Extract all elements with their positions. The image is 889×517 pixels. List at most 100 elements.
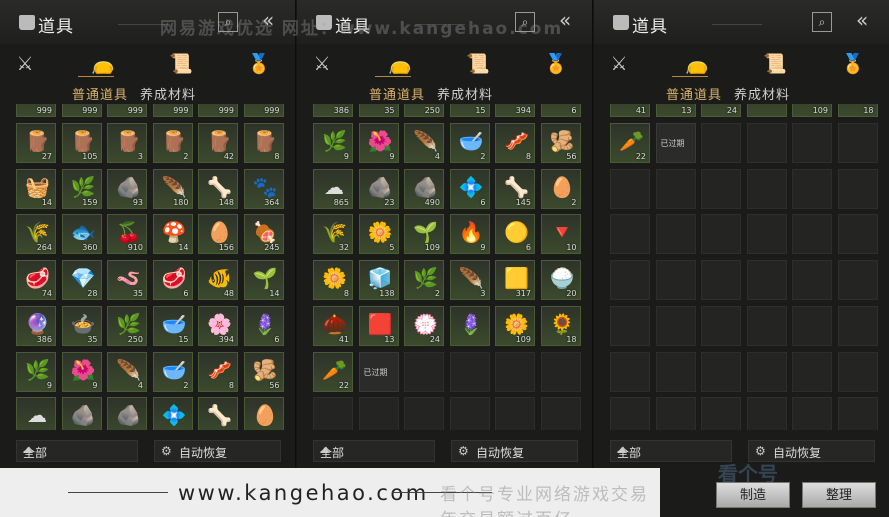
collapse-icon[interactable]: « bbox=[262, 8, 274, 32]
search-icon[interactable]: ⌕ bbox=[218, 12, 238, 32]
item-slot[interactable]: 🍚 20 bbox=[540, 260, 581, 301]
item-slot-partial[interactable]: 394 bbox=[495, 104, 535, 118]
item-slot[interactable]: 🥣 2 bbox=[152, 351, 193, 392]
item-slot[interactable]: 🥕 22 bbox=[610, 123, 650, 163]
item-slot[interactable]: 🪻 bbox=[449, 305, 490, 346]
item-slot[interactable]: 🥣 2 bbox=[449, 123, 490, 163]
item-slot[interactable]: 🍒 910 bbox=[107, 214, 147, 255]
item-slot[interactable]: 🥚 bbox=[243, 397, 284, 430]
item-slot[interactable]: 🔥 9 bbox=[449, 214, 490, 255]
item-slot[interactable]: 🌾 264 bbox=[16, 214, 56, 255]
tab-pouch-icon[interactable]: 👝 bbox=[684, 52, 710, 76]
item-slot[interactable]: 🥓 8 bbox=[198, 351, 238, 392]
sub-tab-1[interactable]: 养成材料 bbox=[734, 84, 790, 103]
item-slot-partial[interactable]: 999 bbox=[107, 104, 147, 118]
filter-dropdown[interactable]: 全部 bbox=[16, 440, 138, 462]
item-slot[interactable]: 🌿 2 bbox=[404, 260, 444, 301]
item-slot[interactable]: 🪶 3 bbox=[449, 260, 490, 301]
item-slot[interactable]: 🥩 74 bbox=[16, 260, 56, 301]
tab-medal-icon[interactable]: 🏅 bbox=[840, 52, 866, 76]
item-slot-partial[interactable]: 386 bbox=[313, 104, 353, 118]
item-slot[interactable]: 🪵 27 bbox=[16, 123, 56, 163]
item-slot[interactable]: 🟡 6 bbox=[495, 214, 535, 255]
item-slot-partial[interactable]: 999 bbox=[61, 104, 102, 118]
item-slot[interactable]: 🧊 138 bbox=[358, 260, 399, 301]
item-slot[interactable]: 🧺 14 bbox=[16, 168, 56, 209]
item-slot[interactable]: 🟨 317 bbox=[495, 260, 535, 301]
item-slot-partial[interactable]: 13 bbox=[655, 104, 696, 118]
item-slot[interactable]: 🪨 bbox=[107, 397, 147, 430]
item-slot[interactable]: 🌸 394 bbox=[198, 305, 238, 346]
item-slot[interactable]: 🌻 18 bbox=[540, 305, 581, 346]
item-slot[interactable]: 🐾 364 bbox=[243, 168, 284, 209]
item-slot[interactable]: 🦴 148 bbox=[198, 168, 238, 209]
item-slot[interactable]: 🍖 245 bbox=[243, 214, 284, 255]
item-slot-partial[interactable]: 24 bbox=[701, 104, 741, 118]
craft-button[interactable]: 制造 bbox=[716, 482, 790, 508]
tab-crossed-swords-icon[interactable]: ⚔ bbox=[309, 52, 335, 76]
item-slot[interactable]: 🪶 180 bbox=[152, 168, 193, 209]
item-slot-partial[interactable]: 6 bbox=[540, 104, 581, 118]
tab-crossed-swords-icon[interactable]: ⚔ bbox=[606, 52, 632, 76]
item-slot[interactable]: 🪱 35 bbox=[107, 260, 147, 301]
item-slot[interactable]: 🦴 bbox=[198, 397, 238, 430]
item-slot[interactable]: 🪨 bbox=[61, 397, 102, 430]
item-slot[interactable]: 🌺 9 bbox=[61, 351, 102, 392]
item-slot[interactable]: 🌼 8 bbox=[313, 260, 353, 301]
tab-medal-icon[interactable]: 🏅 bbox=[246, 52, 272, 76]
item-slot[interactable]: 🪵 2 bbox=[152, 123, 193, 163]
sort-button[interactable]: 整理 bbox=[802, 482, 876, 508]
item-slot[interactable]: 🪨 23 bbox=[358, 168, 399, 209]
item-slot[interactable]: 🌼 5 bbox=[358, 214, 399, 255]
item-slot[interactable]: 🍄 14 bbox=[152, 214, 193, 255]
item-slot[interactable]: 🥓 8 bbox=[495, 123, 535, 163]
item-slot[interactable]: 🪨 93 bbox=[107, 168, 147, 209]
sub-tab-1[interactable]: 养成材料 bbox=[140, 84, 196, 103]
item-slot-partial[interactable]: 999 bbox=[16, 104, 56, 118]
collapse-icon[interactable]: « bbox=[559, 8, 571, 32]
item-slot-partial[interactable]: 250 bbox=[404, 104, 444, 118]
sub-tab-0[interactable]: 普通道具 bbox=[369, 84, 425, 103]
item-slot-partial[interactable]: 35 bbox=[358, 104, 399, 118]
item-slot[interactable]: 🦴 145 bbox=[495, 168, 535, 209]
item-slot[interactable]: 🟥 13 bbox=[358, 305, 399, 346]
sub-tab-1[interactable]: 养成材料 bbox=[437, 84, 493, 103]
item-slot[interactable]: 🌱 109 bbox=[404, 214, 444, 255]
item-slot[interactable]: 💎 28 bbox=[61, 260, 102, 301]
filter-dropdown[interactable]: 全部 bbox=[313, 440, 435, 462]
item-slot[interactable]: 🥚 2 bbox=[540, 168, 581, 209]
item-slot[interactable]: 🥣 15 bbox=[152, 305, 193, 346]
item-slot-partial[interactable]: 999 bbox=[152, 104, 193, 118]
item-slot[interactable]: 🪻 6 bbox=[243, 305, 284, 346]
filter-dropdown[interactable]: 全部 bbox=[610, 440, 732, 462]
item-slot-partial[interactable]: 15 bbox=[449, 104, 490, 118]
item-slot[interactable]: 💠 bbox=[152, 397, 193, 430]
tab-crossed-swords-icon[interactable]: ⚔ bbox=[12, 52, 38, 76]
item-slot[interactable]: ☁ 865 bbox=[313, 168, 353, 209]
item-slot[interactable]: 🐠 48 bbox=[198, 260, 238, 301]
item-slot[interactable]: 🌰 41 bbox=[313, 305, 353, 346]
item-slot[interactable]: ☁ bbox=[16, 397, 56, 430]
item-slot[interactable]: 已过期 bbox=[655, 123, 696, 163]
item-slot-partial[interactable]: 999 bbox=[198, 104, 238, 118]
item-slot[interactable]: 🪵 105 bbox=[61, 123, 102, 163]
item-slot-partial[interactable] bbox=[746, 104, 787, 118]
auto-restore-toggle[interactable]: ⚙ 自动恢复 bbox=[154, 440, 281, 462]
item-slot[interactable]: 🌺 9 bbox=[358, 123, 399, 163]
tab-pouch-icon[interactable]: 👝 bbox=[90, 52, 116, 76]
item-slot-partial[interactable]: 41 bbox=[610, 104, 650, 118]
tab-scroll-icon[interactable]: 📜 bbox=[168, 52, 194, 76]
tab-pouch-icon[interactable]: 👝 bbox=[387, 52, 413, 76]
search-icon[interactable]: ⌕ bbox=[812, 12, 832, 32]
item-slot[interactable]: 🪵 8 bbox=[243, 123, 284, 163]
item-slot[interactable]: 已过期 bbox=[358, 351, 399, 392]
item-slot[interactable]: 🫚 56 bbox=[243, 351, 284, 392]
search-icon[interactable]: ⌕ bbox=[515, 12, 535, 32]
item-slot[interactable]: 🪶 4 bbox=[107, 351, 147, 392]
item-slot-partial[interactable]: 109 bbox=[792, 104, 832, 118]
item-slot[interactable]: 🪨 490 bbox=[404, 168, 444, 209]
tab-medal-icon[interactable]: 🏅 bbox=[543, 52, 569, 76]
item-slot[interactable]: 🥩 6 bbox=[152, 260, 193, 301]
item-slot[interactable]: 🌿 9 bbox=[313, 123, 353, 163]
item-slot[interactable]: 🪶 4 bbox=[404, 123, 444, 163]
